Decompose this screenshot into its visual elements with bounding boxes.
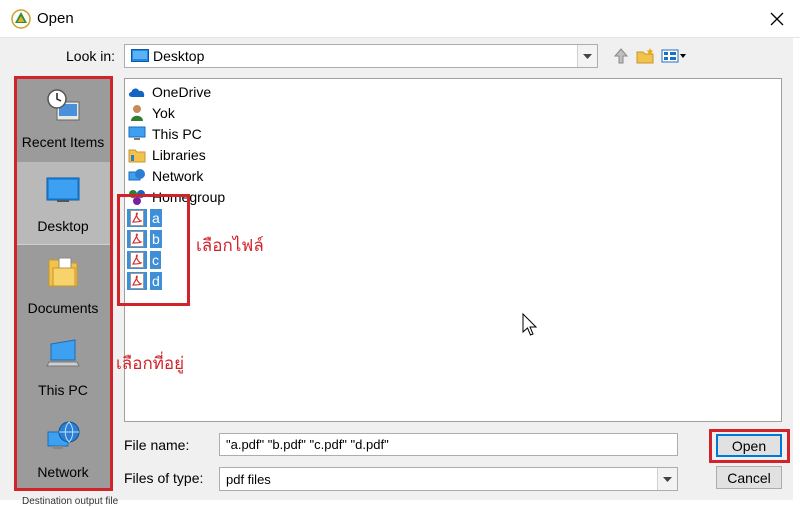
cancel-button[interactable]: Cancel: [716, 466, 782, 489]
place-network[interactable]: Network: [15, 408, 111, 490]
pdf-icon: [130, 210, 144, 226]
window-title: Open: [37, 10, 74, 27]
background-window-strip: Destination output file: [0, 496, 800, 507]
desktop-icon: [131, 49, 149, 62]
place-desktop[interactable]: Desktop: [15, 162, 111, 244]
annotation-select-location: เลือกที่อยู่: [116, 354, 185, 373]
pdf-icon: [130, 231, 144, 247]
file-type-select[interactable]: pdf files: [219, 467, 678, 491]
app-logo-icon: [11, 9, 31, 29]
desktop-icon: [46, 177, 80, 202]
file-name-input[interactable]: [219, 433, 678, 456]
chevron-down-icon[interactable]: [577, 45, 597, 67]
list-item[interactable]: b: [125, 229, 162, 249]
libraries-icon: [128, 149, 146, 163]
pdf-icon: [130, 273, 144, 289]
file-type-value: pdf files: [226, 472, 271, 487]
open-button[interactable]: Open: [716, 434, 782, 457]
this-pc-icon: [46, 339, 80, 367]
user-icon: [131, 105, 143, 121]
this-pc-icon: [128, 126, 146, 140]
chevron-down-icon[interactable]: [657, 468, 677, 490]
place-this-pc[interactable]: This PC: [15, 326, 111, 408]
list-item[interactable]: c: [125, 250, 161, 270]
list-item[interactable]: d: [125, 271, 162, 291]
close-button[interactable]: [754, 0, 800, 38]
list-item[interactable]: This PC: [125, 124, 204, 144]
place-label: Documents: [27, 300, 99, 316]
network-icon: [47, 421, 80, 449]
new-folder-icon: [636, 48, 654, 64]
look-in-combo[interactable]: Desktop: [124, 44, 598, 68]
place-label: This PC: [38, 382, 88, 398]
place-documents[interactable]: Documents: [15, 244, 111, 326]
background-partial-text: Destination output file: [22, 496, 119, 507]
onedrive-icon: [128, 88, 145, 97]
documents-icon: [48, 257, 78, 287]
place-label: Desktop: [37, 218, 89, 234]
recent-items-icon: [47, 89, 80, 121]
list-item[interactable]: OneDrive: [125, 82, 213, 102]
title-bar: Open: [0, 0, 800, 38]
list-item[interactable]: Libraries: [125, 145, 208, 165]
up-one-level-button[interactable]: [610, 45, 632, 67]
file-name-label: File name:: [124, 437, 190, 453]
mouse-cursor-icon: [522, 313, 538, 336]
view-menu-button[interactable]: [660, 45, 688, 67]
background-window-edge: [793, 38, 800, 500]
up-folder-icon: [613, 48, 629, 64]
place-recent-items[interactable]: Recent Items: [15, 78, 111, 160]
view-list-icon: [661, 49, 686, 63]
list-item[interactable]: Yok: [125, 103, 177, 123]
place-label: Network: [37, 464, 89, 480]
annotation-select-file: เลือกไฟล์: [196, 236, 264, 255]
places-bar: Recent Items Desktop Documents This PC N…: [15, 78, 111, 489]
file-type-label: Files of type:: [124, 470, 204, 486]
list-item[interactable]: a: [125, 208, 162, 228]
network-icon: [128, 169, 145, 181]
look-in-value: Desktop: [153, 48, 205, 64]
list-item[interactable]: Homegroup: [125, 187, 227, 207]
homegroup-icon: [129, 190, 145, 205]
close-icon: [770, 12, 784, 26]
list-item[interactable]: Network: [125, 166, 205, 186]
new-folder-button[interactable]: [634, 45, 658, 67]
place-label: Recent Items: [21, 134, 105, 150]
look-in-label: Look in:: [66, 48, 116, 64]
pdf-icon: [130, 252, 144, 268]
